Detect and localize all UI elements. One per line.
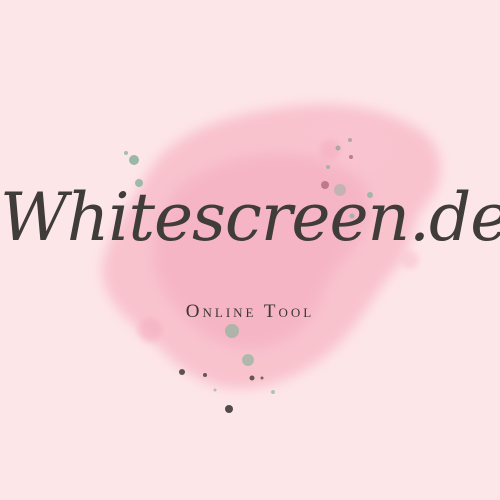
logo-canvas: Whitescreen.dev Online Tool: [0, 0, 500, 500]
brand-tagline: Online Tool: [185, 301, 315, 322]
brand-wordmark: Whitescreen.dev: [0, 179, 500, 256]
